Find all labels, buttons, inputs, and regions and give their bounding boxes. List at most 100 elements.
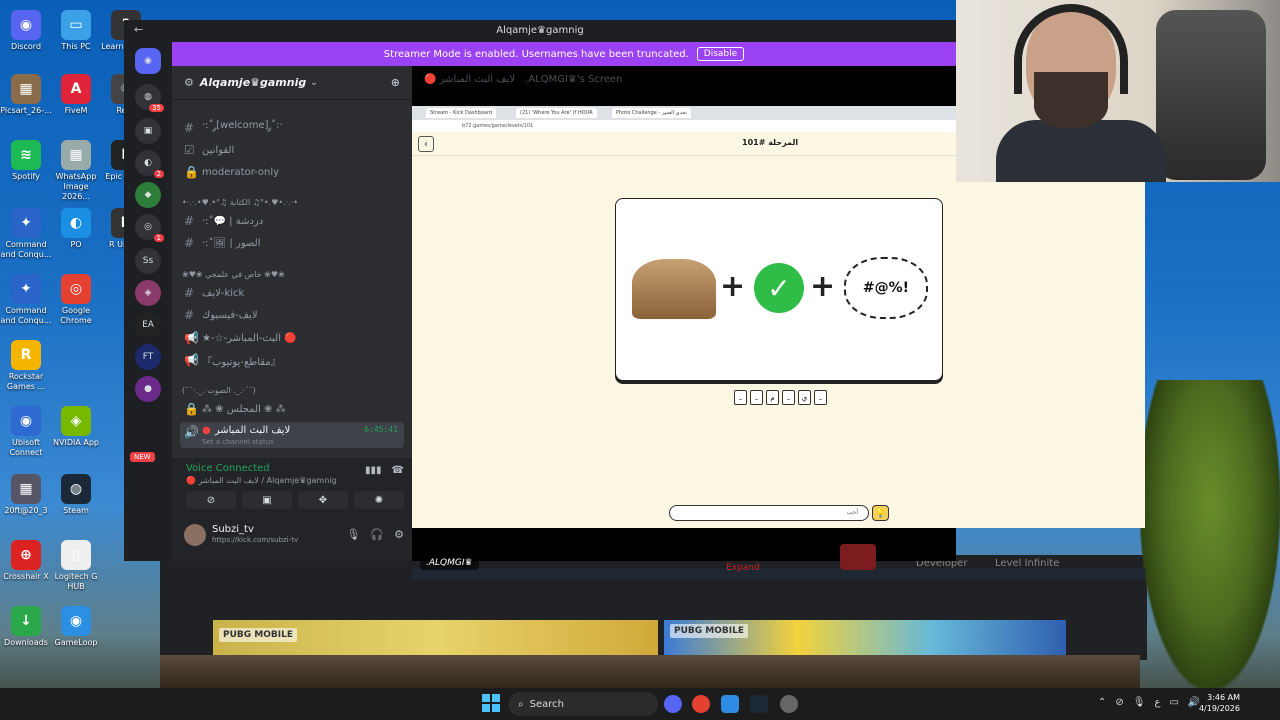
lock-icon: 🔒 bbox=[184, 402, 199, 416]
channel-chat[interactable]: # ·:˚💬 | دردشة bbox=[180, 211, 404, 231]
guild-icon[interactable]: ◎ 1 bbox=[135, 214, 164, 242]
headphones-icon bbox=[1014, 4, 1128, 94]
guild-icon[interactable]: ◈ bbox=[135, 280, 161, 306]
guild-ss[interactable]: Ss bbox=[135, 248, 161, 274]
pubg-banner-1[interactable]: PUBG MOBILE bbox=[213, 620, 658, 660]
channel-rules[interactable]: ☑ القوانين bbox=[180, 140, 404, 160]
disconnect-icon[interactable]: ☎ bbox=[392, 465, 404, 476]
desktop-icon[interactable]: ◐ PO bbox=[50, 208, 102, 250]
channel-youtube-clips[interactable]: 📢 『مقاطع-يوتيوب』 bbox=[180, 350, 404, 370]
desktop-icon[interactable]: ◈ NVIDIA App bbox=[50, 406, 102, 448]
chrome-taskbar-icon[interactable] bbox=[692, 695, 710, 713]
guild-icon[interactable]: ◍ 35 bbox=[135, 84, 164, 112]
desktop-icon[interactable]: R Rockstar Games ... bbox=[0, 340, 52, 392]
desktop-icon[interactable]: A FiveM bbox=[50, 74, 102, 116]
guild-icon[interactable]: ● bbox=[135, 376, 161, 402]
channel-welcome[interactable]: # ·:˚ ༘[welcome] ༘˚:· bbox=[180, 118, 404, 138]
answer-input[interactable]: أجب bbox=[669, 505, 869, 521]
soundboard-button[interactable]: ✺ bbox=[354, 491, 404, 509]
browser-tab[interactable]: Photo Challenge - تحدي الصور bbox=[612, 108, 691, 118]
app-taskbar-icon[interactable] bbox=[721, 695, 739, 713]
channel-status[interactable]: Set a channel status bbox=[202, 438, 274, 446]
channel-label: لايف-فيسبوك bbox=[202, 309, 258, 321]
guild-icon[interactable]: ▣ bbox=[135, 118, 161, 144]
category-writing[interactable]: •·.·.•♥.•°♫ الكتابة ♫°•.♥•.·.·• bbox=[182, 198, 298, 207]
clock[interactable]: 3:46 AM 4/19/2026 bbox=[1199, 692, 1240, 714]
bread-icon bbox=[632, 259, 716, 319]
category-private[interactable]: ❀♥❀ خاص في علمجي ❀♥❀ bbox=[182, 270, 285, 279]
username[interactable]: Subzi_tv bbox=[212, 524, 254, 535]
channel-images[interactable]: # ·:˚🖼 | الصور bbox=[180, 233, 404, 253]
desktop-icon[interactable]: ✦ Command and Conqu... bbox=[0, 208, 52, 260]
channel-council[interactable]: 🔒 ⁂ ❀ المجلس ❀ ⁂ bbox=[180, 399, 404, 419]
network-icon[interactable]: ⊘ bbox=[1115, 697, 1123, 708]
channel-live-kick[interactable]: # لايف-kick bbox=[180, 283, 404, 303]
server-header[interactable]: ⚙ Alqamje♛gamnig ⌄ ⊕ bbox=[172, 66, 412, 100]
stream-view: 🔴 لايف البث المباشر .ALQMGI♛'s Screen St… bbox=[412, 66, 1145, 580]
desktop-icon[interactable]: ↓ Downloads bbox=[0, 606, 52, 648]
browser-tab[interactable]: (21) 'Where You Are' (f HOUR bbox=[516, 108, 597, 118]
guild-icon[interactable]: ◐ 2 bbox=[135, 150, 164, 178]
windows-start-icon[interactable] bbox=[482, 694, 500, 712]
back-icon[interactable]: ‹ bbox=[418, 136, 434, 152]
microphone-icon[interactable]: 🎙 bbox=[346, 528, 360, 541]
activities-button[interactable]: ✥ bbox=[298, 491, 348, 509]
chevron-up-icon[interactable]: ⌃ bbox=[1098, 697, 1106, 708]
soundboard-icon[interactable]: ▮▮▮ bbox=[365, 465, 382, 476]
desktop-icon[interactable]: ≋ Spotify bbox=[0, 140, 52, 182]
guild-icon[interactable]: ◆ bbox=[135, 182, 161, 208]
headphones-icon[interactable]: 🎧 bbox=[370, 528, 384, 541]
taskbar-search[interactable]: ⌕ Search bbox=[508, 692, 658, 716]
discord-taskbar-icon[interactable] bbox=[664, 695, 682, 713]
desktop-icon[interactable]: ⊕ Crosshair X bbox=[0, 540, 52, 582]
camera-off-button[interactable]: ⊘ bbox=[186, 491, 236, 509]
channel-live-facebook[interactable]: # لايف-فيسبوك bbox=[180, 305, 404, 325]
server-settings-icon[interactable]: ⚙ bbox=[184, 76, 194, 89]
desktop-icon[interactable]: ▯ Logitech G HUB bbox=[50, 540, 102, 592]
browser-tab[interactable]: Stream - Kick Dashboard bbox=[426, 108, 497, 118]
desktop-icon-label: Logitech G HUB bbox=[54, 572, 98, 591]
pubg-banner-2[interactable]: PUBG MOBILE bbox=[664, 620, 1066, 660]
desktop-icon[interactable]: ✦ Command and Conqu... bbox=[0, 274, 52, 326]
live-dot-icon: ● bbox=[202, 425, 211, 436]
desktop-icon[interactable]: ◎ Google Chrome bbox=[50, 274, 102, 326]
disable-button[interactable]: Disable bbox=[696, 47, 745, 61]
desktop-icon[interactable]: ▦ Picsart_26-... bbox=[0, 74, 52, 116]
voice-channel-path[interactable]: 🔴 لايف البث المباشر / Alqamje♛gamnig bbox=[186, 476, 337, 485]
channel-label: ★-☆-البث-المباشر 🔴 bbox=[202, 332, 297, 344]
screen-share-button[interactable]: ▣ bbox=[242, 491, 292, 509]
voice-channel-active[interactable]: 🔊 ● لايف البث المباشر 6:45:41 Set a chan… bbox=[180, 422, 404, 448]
microphone-icon[interactable]: 🎙 bbox=[1133, 697, 1146, 708]
expand-link[interactable]: Expand bbox=[726, 563, 760, 573]
channel-live-stream[interactable]: 📢 ★-☆-البث-المباشر 🔴 bbox=[180, 328, 404, 348]
channel-moderator-only[interactable]: 🔒 moderator-only bbox=[180, 162, 404, 182]
hint-icon[interactable]: 💡 bbox=[872, 505, 889, 521]
desktop-icon[interactable]: ◍ Steam bbox=[50, 474, 102, 516]
desktop-icon[interactable]: ▦ WhatsApp Image 2026... bbox=[50, 140, 102, 202]
voice-connected-label[interactable]: Voice Connected bbox=[186, 463, 270, 474]
desktop-icon-label: NVIDIA App bbox=[53, 438, 99, 447]
guild-list: ◉ ◍ 35 ▣ ◐ 2 ◆ ◎ 1 Ss ◈ EA FT ● NEW bbox=[124, 42, 172, 561]
gear-icon[interactable]: ⚙ bbox=[394, 528, 404, 541]
monitor-icon[interactable]: ▭ bbox=[1169, 697, 1178, 708]
ea-icon[interactable]: EA bbox=[135, 312, 161, 338]
steam-taskbar-icon[interactable] bbox=[750, 695, 768, 713]
desktop-icon[interactable]: ◉ Discord bbox=[0, 10, 52, 52]
desktop-icon[interactable]: ▦ 20ft@20_3 bbox=[0, 474, 52, 516]
chevron-down-icon[interactable]: ⌄ bbox=[310, 78, 318, 88]
category-voice[interactable]: (¯`·._.·الصوت·._.·´¯) bbox=[182, 386, 256, 395]
desktop-icon[interactable]: ◉ Ubisoft Connect bbox=[0, 406, 52, 458]
language-indicator[interactable]: ع bbox=[1154, 697, 1160, 708]
add-member-icon[interactable]: ⊕ bbox=[391, 76, 400, 89]
megaphone-icon: 📢 bbox=[184, 331, 199, 345]
desktop-icon[interactable]: ◉ GameLoop bbox=[50, 606, 102, 648]
discord-home-icon[interactable]: ◉ bbox=[135, 48, 161, 74]
fortnite-icon[interactable]: FT bbox=[135, 344, 161, 370]
avatar[interactable] bbox=[184, 524, 206, 546]
stop-stream-button[interactable] bbox=[840, 544, 876, 570]
app-icon: ✦ bbox=[11, 208, 41, 238]
desktop-icon[interactable]: ▭ This PC bbox=[50, 10, 102, 52]
back-arrow-icon[interactable]: ← bbox=[134, 23, 143, 36]
obs-taskbar-icon[interactable] bbox=[780, 695, 798, 713]
app-icon: ◎ bbox=[61, 274, 91, 304]
